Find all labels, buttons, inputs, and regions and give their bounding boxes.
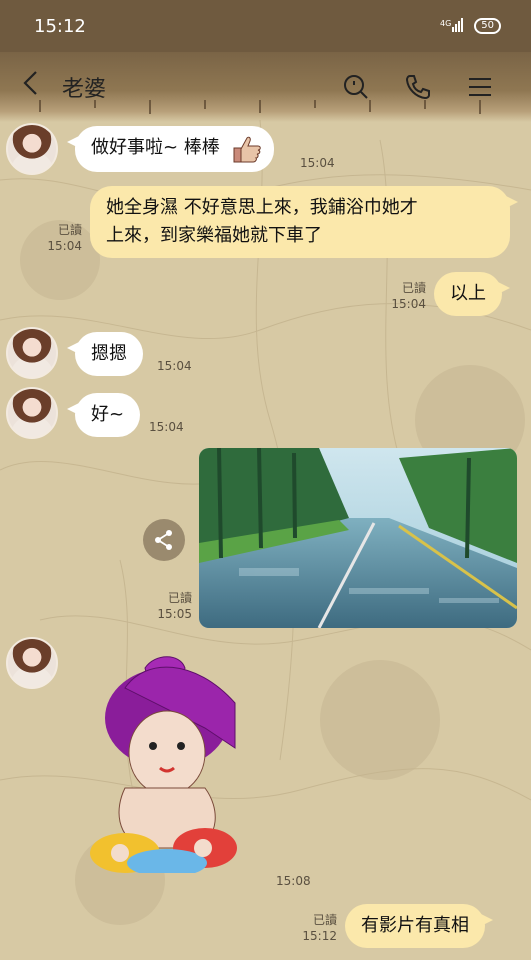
message-meta: 已讀 15:04	[40, 222, 82, 254]
message-time: 15:08	[276, 874, 311, 888]
message-bubble[interactable]: 做好事啦~ 棒棒	[67, 126, 274, 172]
message-bubble[interactable]: 好~	[66, 393, 141, 437]
message-text: 做好事啦~ 棒棒	[91, 137, 220, 158]
message-time: 15:04	[149, 420, 184, 434]
network-type: 4G	[440, 19, 451, 28]
thumbs-up-icon	[230, 134, 264, 163]
signal-icon: 4G	[440, 17, 464, 36]
message-time: 15:04	[47, 239, 82, 253]
battery-icon: 50	[474, 18, 501, 34]
message-time: 15:04	[157, 359, 192, 373]
message-text: 她全身濕 不好意思上來，我鋪浴巾她才	[106, 197, 418, 218]
share-icon	[155, 530, 172, 550]
avatar[interactable]	[6, 387, 58, 439]
read-receipt: 已讀	[57, 223, 82, 237]
message-text: 上來，到家樂福她就下車了	[106, 225, 322, 246]
chat-title: 老婆	[62, 77, 107, 102]
read-receipt: 已讀	[167, 591, 192, 605]
avatar[interactable]	[6, 123, 58, 175]
message-time: 15:04	[300, 156, 335, 170]
message-text: 好~	[91, 404, 125, 425]
avatar[interactable]	[6, 637, 58, 689]
message-meta: 已讀 15:05	[150, 590, 192, 622]
message-bubble[interactable]: 有影片有真相	[345, 904, 493, 948]
share-button[interactable]	[143, 519, 185, 561]
message-time: 15:05	[157, 607, 192, 621]
message-text: 有影片有真相	[361, 915, 469, 936]
message-text: 摁摁	[91, 343, 127, 364]
read-receipt: 已讀	[312, 913, 337, 927]
avatar[interactable]	[6, 327, 58, 379]
message-meta: 已讀 15:12	[295, 912, 337, 944]
message-bubble[interactable]: 摁摁	[67, 332, 143, 376]
message-bubble[interactable]: 她全身濕 不好意思上來，我鋪浴巾她才 上來，到家樂福她就下車了	[90, 186, 518, 258]
sticker-message[interactable]	[85, 648, 250, 877]
message-text: 以上	[450, 283, 486, 304]
message-time: 15:12	[302, 929, 337, 943]
message-time: 15:04	[391, 297, 426, 311]
message-bubble[interactable]: 以上	[434, 272, 510, 316]
status-bar: 15:12 4G 50	[0, 0, 531, 52]
message-meta: 已讀 15:04	[384, 280, 426, 312]
image-message[interactable]	[199, 448, 517, 628]
menu-icon[interactable]	[449, 75, 511, 99]
header-decoration	[39, 100, 481, 114]
status-time: 15:12	[34, 15, 86, 37]
search-icon[interactable]	[325, 73, 387, 101]
phone-icon[interactable]	[387, 73, 449, 101]
read-receipt: 已讀	[401, 281, 426, 295]
